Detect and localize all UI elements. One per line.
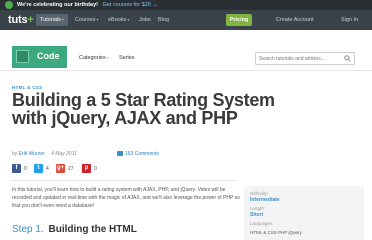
article-intro: In this tutorial, you'll learn how to bu… (12, 187, 240, 209)
search-box (255, 52, 355, 65)
promo-headline: We're celebrating our birthday! (17, 2, 98, 8)
categories-label: Categories (79, 55, 106, 61)
nav-item-jobs[interactable]: Jobs (139, 15, 151, 25)
brand-name: tuts (8, 14, 28, 26)
twitter-icon: t (34, 164, 43, 174)
length-value: Short (250, 212, 264, 218)
divider (12, 180, 235, 181)
languages-tags[interactable]: HTML & CSS PHP jQuery (250, 230, 302, 236)
difficulty-value[interactable]: Intermediate (250, 197, 280, 203)
article-title: Building a 5 Star Rating System with jQu… (12, 90, 275, 128)
facebook-share-button[interactable]: f0 (12, 164, 27, 174)
brand-plus: + (27, 14, 34, 26)
byline: by Erik Wurzer 4 May 2011 (12, 151, 77, 158)
search-icon[interactable] (344, 55, 351, 62)
code-section-badge[interactable]: Code (12, 46, 67, 68)
step-number: Step 1. (12, 224, 44, 235)
nav-item-label: Tutorials (40, 17, 61, 23)
facebook-icon: f (12, 164, 21, 174)
publish-date: 4 May 2011 (51, 151, 77, 157)
section-title: Code (37, 51, 60, 61)
author-link[interactable]: Erik Wurzer (19, 151, 45, 157)
share-count: 4 (46, 166, 49, 172)
comments-link[interactable]: 153 Comments (117, 151, 159, 158)
nav-item-label: Jobs (139, 17, 151, 23)
google-plus-share-button[interactable]: g+ 27 (56, 164, 74, 174)
pricing-button[interactable]: Pricing (226, 14, 252, 26)
twitter-share-button[interactable]: t4 (34, 164, 49, 174)
chevron-down-icon: ▾ (106, 55, 109, 60)
chevron-down-icon: ▾ (127, 17, 130, 22)
series-link[interactable]: Series (119, 54, 135, 62)
pinterest-share-button[interactable]: p0 (82, 164, 97, 174)
google-plus-icon: g+ (56, 164, 65, 174)
envato-logo-icon (5, 1, 13, 9)
share-count: 0 (24, 166, 27, 172)
promo-bar: We're celebrating our birthday! Get cour… (0, 0, 372, 10)
create-account-link[interactable]: Create Account (276, 15, 314, 25)
nav-item-blog[interactable]: Blog (158, 15, 169, 25)
nav-item-label: Blog (158, 17, 170, 23)
nav-item-tutorials[interactable]: Tutorials▾ (36, 14, 68, 26)
promo-text: We're celebrating our birthday! Get cour… (17, 1, 158, 9)
chevron-down-icon: ▾ (96, 17, 99, 22)
nav-item-label: Courses (75, 17, 96, 23)
step-title: Building the HTML (48, 224, 137, 235)
comment-icon (117, 151, 123, 156)
promo-link[interactable]: Get courses for $20 → (103, 2, 158, 8)
share-count: 27 (68, 166, 74, 172)
step-heading: Step 1. Building the HTML (12, 224, 137, 236)
sign-in-link[interactable]: Sign In (341, 15, 358, 25)
nav-item-courses[interactable]: Courses▾ (75, 15, 99, 25)
comments-count: 153 Comments (125, 151, 159, 157)
share-count: 0 (94, 166, 97, 172)
languages-label: Languages: (250, 221, 274, 226)
pinterest-icon: p (82, 164, 91, 174)
search-input[interactable] (256, 53, 342, 64)
nav-item-ebooks[interactable]: eBooks▾ (108, 15, 129, 25)
tutsplus-logo[interactable]: tuts+ (8, 14, 34, 26)
chevron-down-icon: ▾ (61, 17, 64, 22)
code-icon (16, 50, 29, 63)
main-nav: tuts+ Tutorials▾ Courses▾ eBooks▾ Jobs B… (0, 10, 372, 30)
tutorial-details-sidebar: Difficulty: Intermediate Length: Short L… (244, 186, 364, 240)
nav-item-label: eBooks (108, 17, 127, 23)
categories-dropdown[interactable]: Categories▾ (79, 54, 109, 62)
byline-by: by (12, 151, 18, 157)
